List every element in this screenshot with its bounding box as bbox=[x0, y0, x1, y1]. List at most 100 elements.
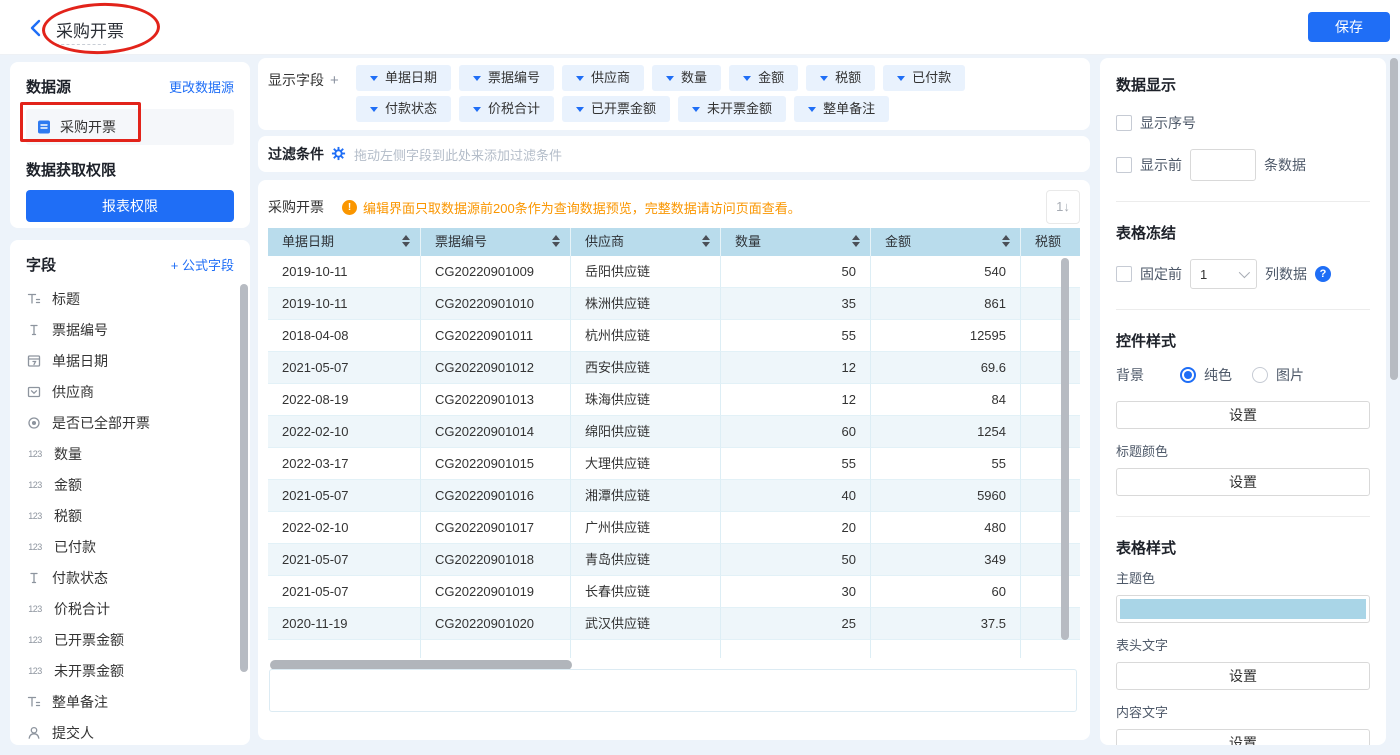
freeze-columns-select[interactable]: 1 bbox=[1190, 259, 1257, 289]
table-vertical-scrollbar[interactable] bbox=[1061, 258, 1069, 640]
display-field-chip[interactable]: 供应商 bbox=[562, 65, 644, 91]
title-color-set-button[interactable]: 设置 bbox=[1116, 468, 1370, 496]
gear-icon[interactable] bbox=[330, 146, 346, 162]
field-item[interactable]: 123金额 bbox=[10, 469, 250, 500]
field-item[interactable]: 123 未开票金额 bbox=[10, 655, 250, 686]
table-cell: 50 bbox=[721, 256, 871, 288]
divider bbox=[1116, 309, 1370, 310]
field-item[interactable]: 123数量 bbox=[10, 438, 250, 469]
table-cell bbox=[1021, 256, 1080, 288]
back-icon[interactable] bbox=[28, 18, 44, 43]
show-first-checkbox[interactable] bbox=[1116, 157, 1132, 173]
solid-color-radio[interactable] bbox=[1180, 367, 1196, 383]
column-header-label: 票据编号 bbox=[435, 234, 487, 249]
field-item[interactable]: 供应商 bbox=[10, 376, 250, 407]
add-field-icon[interactable]: + bbox=[330, 72, 339, 89]
field-item[interactable]: 整单备注 bbox=[10, 686, 250, 717]
sort-settings-button[interactable]: 1↓ bbox=[1046, 190, 1080, 224]
field-item[interactable]: 票据编号 bbox=[10, 314, 250, 345]
change-datasource-link[interactable]: 更改数据源 bbox=[169, 77, 234, 96]
display-field-chip[interactable]: 价税合计 bbox=[459, 96, 554, 122]
image-radio[interactable] bbox=[1252, 367, 1268, 383]
table-cell: 青岛供应链 bbox=[571, 544, 721, 576]
header-text-set-button[interactable]: 设置 bbox=[1116, 662, 1370, 690]
radio-icon bbox=[26, 415, 42, 431]
field-item[interactable]: 单据日期 bbox=[10, 345, 250, 376]
show-index-checkbox[interactable] bbox=[1116, 115, 1132, 131]
user-icon bbox=[26, 725, 42, 741]
display-field-chip[interactable]: 已开票金额 bbox=[562, 96, 670, 122]
chip-row: 单据日期票据编号供应商数量金额 税额已付款 bbox=[356, 65, 965, 91]
table-cell: 2018-04-08 bbox=[268, 320, 421, 352]
number-icon: 123 bbox=[26, 511, 44, 521]
table-cell: 2019-10-11 bbox=[268, 256, 421, 288]
title-icon bbox=[26, 694, 42, 710]
display-field-chip[interactable]: 单据日期 bbox=[356, 65, 451, 91]
content-text-set-button[interactable]: 设置 bbox=[1116, 729, 1370, 745]
display-field-chip[interactable]: 已付款 bbox=[883, 65, 965, 91]
fix-first-label: 固定前 bbox=[1140, 264, 1182, 284]
table-row: 2019-10-11CG20220901009岳阳供应链50540 bbox=[268, 256, 1080, 288]
theme-color-swatch[interactable] bbox=[1116, 595, 1370, 623]
display-field-chip[interactable]: 数量 bbox=[652, 65, 721, 91]
field-item[interactable]: 是否已全部开票 bbox=[10, 407, 250, 438]
table-cell: 2022-02-10 bbox=[268, 416, 421, 448]
filter-card: 过滤条件 拖动左侧字段到此处来添加过滤条件 bbox=[258, 136, 1090, 172]
table-cell bbox=[421, 640, 571, 658]
sort-arrows-icon[interactable] bbox=[402, 235, 410, 247]
save-button[interactable]: 保存 bbox=[1308, 12, 1390, 42]
page-title[interactable]: 采购开票 bbox=[56, 17, 124, 42]
column-header[interactable]: 供应商 bbox=[571, 228, 721, 256]
column-header[interactable]: 票据编号 bbox=[421, 228, 571, 256]
report-permission-button[interactable]: 报表权限 bbox=[26, 190, 234, 222]
column-header[interactable]: 单据日期 bbox=[268, 228, 421, 256]
filter-dropzone-placeholder[interactable]: 拖动左侧字段到此处来添加过滤条件 bbox=[354, 145, 562, 164]
display-field-chip[interactable]: 未开票金额 bbox=[678, 96, 786, 122]
background-set-button[interactable]: 设置 bbox=[1116, 401, 1370, 429]
number-icon: 123 bbox=[26, 666, 44, 676]
field-item[interactable]: 付款状态 bbox=[10, 562, 250, 593]
fields-scrollbar[interactable] bbox=[240, 284, 248, 672]
title-color-label: 标题颜色 bbox=[1116, 441, 1370, 460]
display-field-chip[interactable]: 整单备注 bbox=[794, 96, 889, 122]
row-count-input[interactable] bbox=[1190, 149, 1256, 181]
table-cell: 12 bbox=[721, 384, 871, 416]
content-text-label: 内容文字 bbox=[1116, 702, 1370, 721]
divider bbox=[1116, 516, 1370, 517]
add-formula-field-link[interactable]: + 公式字段 bbox=[171, 255, 234, 274]
datasource-item[interactable]: 采购开票 bbox=[26, 109, 234, 145]
display-field-chip[interactable]: 付款状态 bbox=[356, 96, 451, 122]
display-field-chip[interactable]: 金额 bbox=[729, 65, 798, 91]
sort-arrows-icon[interactable] bbox=[702, 235, 710, 247]
table-cell: 55 bbox=[721, 448, 871, 480]
table-cell: 40 bbox=[721, 480, 871, 512]
caret-down-icon bbox=[473, 107, 481, 112]
field-item[interactable]: 123已开票金额 bbox=[10, 624, 250, 655]
column-header[interactable]: 税额 bbox=[1021, 228, 1080, 256]
field-item[interactable]: 提交人 bbox=[10, 717, 250, 745]
display-field-chip[interactable]: 税额 bbox=[806, 65, 875, 91]
help-icon[interactable]: ? bbox=[1315, 266, 1331, 282]
style-panel: 数据显示 显示序号 显示前 条数据 表格冻结 固定前 1 列数据 ? 控件样式 … bbox=[1100, 58, 1386, 745]
table-cell: CG20220901019 bbox=[421, 576, 571, 608]
field-item-label: 未开票金额 bbox=[54, 661, 124, 681]
column-header[interactable]: 数量 bbox=[721, 228, 871, 256]
display-field-chip[interactable]: 票据编号 bbox=[459, 65, 554, 91]
chip-label: 税额 bbox=[835, 65, 861, 91]
field-item[interactable]: 123已付款 bbox=[10, 531, 250, 562]
field-item[interactable]: 标题 bbox=[10, 283, 250, 314]
field-item[interactable]: 123税额 bbox=[10, 500, 250, 531]
divider bbox=[1116, 201, 1370, 202]
text-icon bbox=[26, 322, 42, 338]
field-item-label: 是否已全部开票 bbox=[52, 413, 150, 433]
table-row: 2020-11-19CG20220901020武汉供应链2537.5 bbox=[268, 608, 1080, 640]
sort-arrows-icon[interactable] bbox=[852, 235, 860, 247]
table-cell: 480 bbox=[871, 512, 1021, 544]
page-scrollbar[interactable] bbox=[1390, 58, 1398, 380]
table-row: 2021-05-07CG20220901018青岛供应链50349 bbox=[268, 544, 1080, 576]
field-item[interactable]: 123价税合计 bbox=[10, 593, 250, 624]
sort-arrows-icon[interactable] bbox=[552, 235, 560, 247]
freeze-checkbox[interactable] bbox=[1116, 266, 1132, 282]
column-header[interactable]: 金额 bbox=[871, 228, 1021, 256]
sort-arrows-icon[interactable] bbox=[1002, 235, 1010, 247]
